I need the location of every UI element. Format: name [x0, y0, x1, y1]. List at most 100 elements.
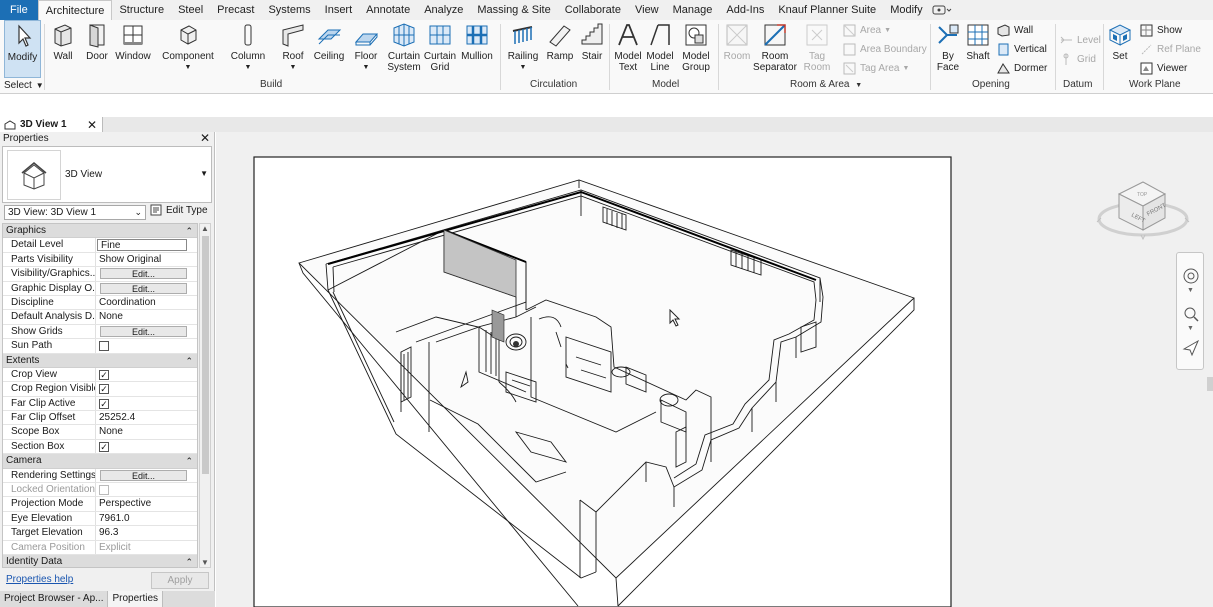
prop-value[interactable]: None	[96, 425, 197, 438]
prop-value[interactable]: 7961.0	[96, 512, 197, 525]
wall-opening-button[interactable]: Wall	[997, 24, 1033, 37]
prop-value[interactable]: Show Original	[96, 253, 197, 266]
tab-annotate[interactable]: Annotate	[359, 0, 417, 20]
zoom-icon[interactable]	[1182, 305, 1200, 323]
edit-button[interactable]: Edit...	[100, 282, 187, 294]
dormer-button[interactable]: Dormer	[997, 62, 1047, 75]
select-dropdown[interactable]: Select ▼	[4, 80, 44, 91]
prop-row-default-analysis[interactable]: Default Analysis D... None	[3, 310, 197, 325]
crop-region-visible-checkbox[interactable]: ✓	[99, 384, 109, 395]
tab-project-browser[interactable]: Project Browser - Ap...	[0, 591, 109, 607]
prop-value[interactable]: 96.3	[96, 526, 197, 539]
view-cube[interactable]: LEFT FRONT TOP	[1093, 172, 1193, 242]
room-button[interactable]: Room	[722, 20, 752, 62]
by-face-button[interactable]: By Face	[934, 20, 962, 73]
tab-architecture[interactable]: Architecture	[37, 0, 113, 20]
tab-add-ins[interactable]: Add-Ins	[719, 0, 771, 20]
stair-button[interactable]: Stair	[577, 20, 607, 62]
area-button[interactable]: Area ▼	[843, 24, 891, 37]
canvas-scroll-indicator[interactable]	[1207, 377, 1213, 391]
prop-row-projection-mode[interactable]: Projection Mode Perspective	[3, 497, 197, 512]
wall-button[interactable]: Wall	[48, 20, 78, 62]
area-boundary-button[interactable]: Area Boundary	[843, 43, 927, 56]
prop-row-crop-region-visible[interactable]: Crop Region Visible ✓	[3, 382, 197, 397]
ceiling-button[interactable]: Ceiling	[312, 20, 346, 62]
prop-row-scope-box[interactable]: Scope Box None	[3, 425, 197, 440]
tab-knauf-planner-suite[interactable]: Knauf Planner Suite	[771, 0, 883, 20]
type-selector[interactable]: 3D View ▼	[2, 146, 212, 203]
prop-row-visibility-graphics[interactable]: Visibility/Graphics... Edit...	[3, 267, 197, 282]
prop-value[interactable]: 25252.4	[96, 411, 197, 424]
curtain-system-button[interactable]: Curtain System	[386, 20, 422, 73]
navigate-icon[interactable]	[1182, 339, 1200, 357]
apply-button[interactable]: Apply	[151, 572, 209, 589]
chevron-down-icon[interactable]: ▼	[1187, 325, 1194, 332]
model-text-button[interactable]: Model Text	[613, 20, 643, 73]
group-camera[interactable]: Camera ⌃	[3, 454, 197, 469]
scroll-down-icon[interactable]: ▼	[200, 558, 210, 567]
floor-button[interactable]: Floor ▼	[350, 20, 382, 73]
door-button[interactable]: Door	[82, 20, 112, 62]
curtain-grid-button[interactable]: Curtain Grid	[423, 20, 457, 73]
ribbon-display-toggle-icon[interactable]	[930, 0, 954, 20]
edit-type-button[interactable]: Edit Type	[150, 204, 208, 216]
scroll-up-icon[interactable]: ▲	[200, 224, 210, 233]
far-clip-active-checkbox[interactable]: ✓	[99, 398, 109, 409]
tag-area-button[interactable]: Tag Area ▼	[843, 62, 909, 75]
room-area-panel-label[interactable]: Room & Area ▼	[790, 79, 862, 90]
tag-room-button[interactable]: Tag Room	[802, 20, 832, 73]
section-box-checkbox[interactable]: ✓	[99, 441, 109, 452]
prop-row-rendering-settings[interactable]: Rendering Settings Edit...	[3, 468, 197, 484]
tab-view[interactable]: View	[628, 0, 666, 20]
viewer-button[interactable]: Viewer	[1140, 62, 1187, 75]
roof-button[interactable]: Roof ▼	[278, 20, 308, 73]
steering-wheel-icon[interactable]	[1182, 267, 1200, 285]
prop-row-crop-view[interactable]: Crop View ✓	[3, 367, 197, 383]
tab-insert[interactable]: Insert	[318, 0, 360, 20]
group-graphics[interactable]: Graphics ⌃	[3, 224, 197, 239]
tab-precast[interactable]: Precast	[210, 0, 261, 20]
scroll-thumb[interactable]	[202, 236, 209, 474]
prop-row-sun-path[interactable]: Sun Path	[3, 339, 197, 354]
tab-structure[interactable]: Structure	[112, 0, 171, 20]
tab-analyze[interactable]: Analyze	[417, 0, 470, 20]
prop-row-section-box[interactable]: Section Box ✓	[3, 439, 197, 455]
tab-collaborate[interactable]: Collaborate	[558, 0, 628, 20]
prop-row-eye-elevation[interactable]: Eye Elevation 7961.0	[3, 511, 197, 527]
group-extents[interactable]: Extents ⌃	[3, 353, 197, 368]
ref-plane-button[interactable]: Ref Plane	[1140, 43, 1201, 56]
component-button[interactable]: Component ▼	[160, 20, 216, 73]
prop-value[interactable]: Coordination	[96, 296, 197, 309]
tab-file[interactable]: File	[0, 0, 38, 20]
mullion-button[interactable]: Mullion	[459, 20, 495, 62]
close-icon[interactable]: ✕	[200, 132, 210, 145]
shaft-button[interactable]: Shaft	[964, 20, 992, 62]
tab-modify[interactable]: Modify	[883, 0, 929, 20]
sun-path-checkbox[interactable]	[99, 341, 109, 352]
prop-row-graphic-display-options[interactable]: Graphic Display O... Edit...	[3, 281, 197, 296]
crop-view-checkbox[interactable]: ✓	[99, 369, 109, 380]
prop-row-target-elevation[interactable]: Target Elevation 96.3	[3, 526, 197, 541]
edit-button[interactable]: Edit...	[100, 268, 187, 280]
railing-button[interactable]: Railing ▼	[506, 20, 540, 73]
view-tab-3d-view-1[interactable]: 3D View 1 ✕	[0, 117, 103, 132]
grid-button[interactable]: Grid	[1060, 53, 1096, 66]
prop-row-detail-level[interactable]: Detail Level Fine	[3, 238, 197, 253]
prop-value[interactable]: None	[96, 310, 197, 323]
tab-manage[interactable]: Manage	[666, 0, 720, 20]
properties-help-link[interactable]: Properties help	[6, 574, 73, 585]
group-identity-data[interactable]: Identity Data ⌃	[3, 554, 197, 567]
model-line-button[interactable]: Model Line	[645, 20, 675, 73]
model-group-button[interactable]: Model Group	[679, 20, 713, 73]
tab-massing-site[interactable]: Massing & Site	[470, 0, 557, 20]
room-separator-button[interactable]: Room Separator	[752, 20, 798, 73]
chevron-down-icon[interactable]: ▼	[1187, 287, 1194, 294]
edit-button[interactable]: Edit...	[100, 469, 187, 481]
window-button[interactable]: Window	[114, 20, 152, 62]
set-work-plane-button[interactable]: Set	[1106, 20, 1134, 62]
prop-row-far-clip-offset[interactable]: Far Clip Offset 25252.4	[3, 411, 197, 426]
modify-button[interactable]: Modify	[4, 20, 41, 78]
close-icon[interactable]: ✕	[87, 118, 97, 132]
prop-value[interactable]: Perspective	[96, 497, 197, 510]
prop-row-far-clip-active[interactable]: Far Clip Active ✓	[3, 396, 197, 412]
